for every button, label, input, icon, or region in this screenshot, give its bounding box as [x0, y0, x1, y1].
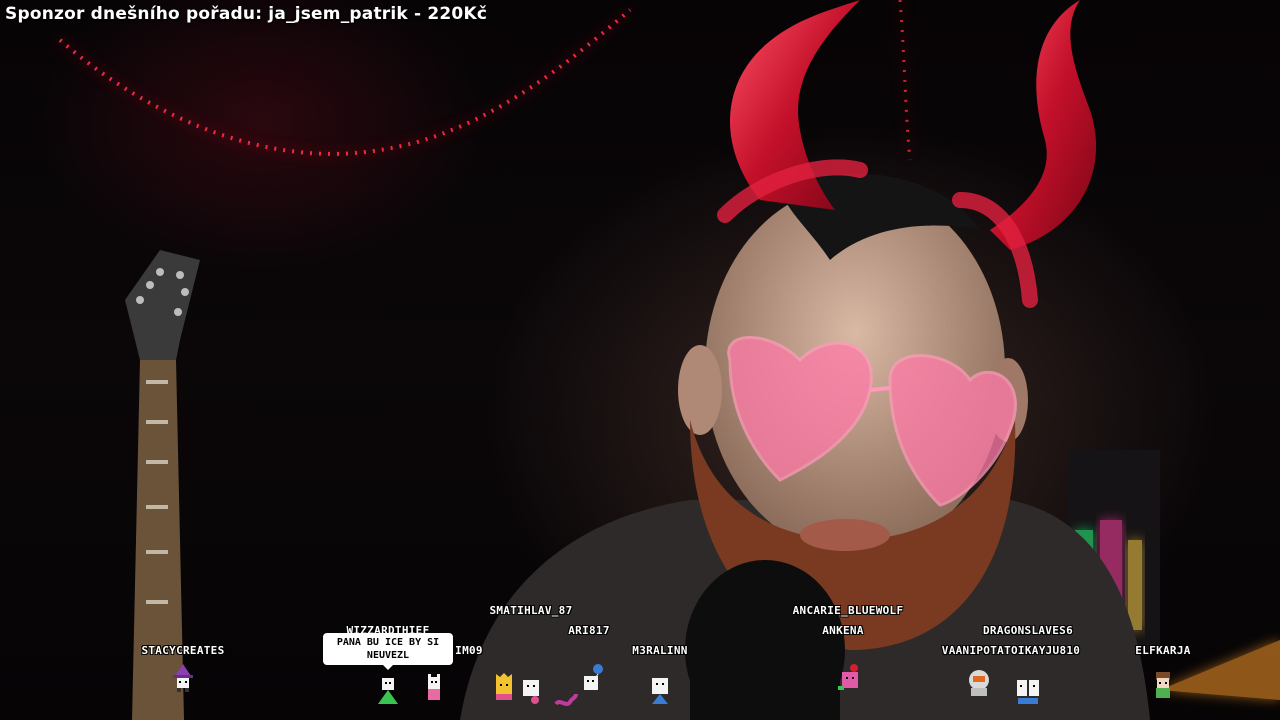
chatter-name: VAANIPOTATOIKAYJU810 [941, 644, 1081, 657]
white-blob-avatar-icon [523, 680, 539, 704]
chatter-name: ELFKARJA [1135, 644, 1191, 657]
sponsor-banner: Sponzor dnešního pořadu: ja_jsem_patrik … [5, 4, 488, 24]
chatter-name: ANKENA [822, 624, 864, 637]
chatter-name: IM09 [455, 644, 483, 657]
astronaut-avatar-icon [969, 670, 989, 696]
pink-cat-avatar-icon [428, 674, 440, 700]
chatter-name: ARI817 [568, 624, 610, 637]
snake-avatar-icon [554, 693, 578, 706]
chatter-name: ANCARIE_BLUEWOLF [792, 604, 904, 617]
chatter-name: SMATIHLAV_87 [489, 604, 573, 617]
green-blob-avatar-icon [378, 678, 398, 704]
white-blob-avatar-icon [1017, 680, 1039, 704]
elf-avatar-icon [1156, 672, 1170, 698]
white-blob-avatar-icon [652, 678, 668, 704]
witch-avatar-icon [173, 664, 193, 692]
balloon-cat-avatar-icon [584, 664, 603, 690]
chatter-name: STACYCREATES [141, 644, 225, 657]
crowned-avatar-icon [496, 673, 512, 700]
chatter-name: DRAGONSLAVES6 [983, 624, 1073, 637]
pink-blob-avatar-icon [838, 664, 858, 690]
stream-overlay: Sponzor dnešního pořadu: ja_jsem_patrik … [0, 0, 1280, 720]
chatter-name: M3RALINN [632, 644, 688, 657]
chat-speech-bubble: PANA BU ICE BY SI NEUVEZL [323, 633, 453, 670]
webcam-scene [58, 0, 1280, 720]
